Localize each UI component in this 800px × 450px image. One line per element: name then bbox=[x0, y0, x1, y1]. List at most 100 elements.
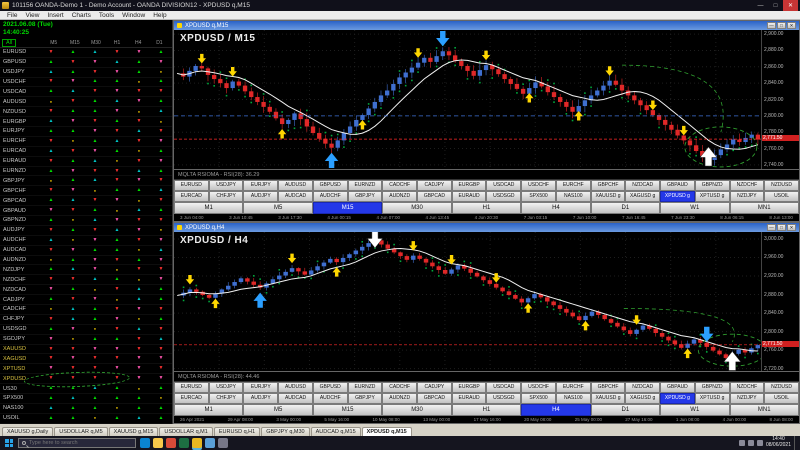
chart-canvas-h4[interactable]: XPDUSD / H4 bbox=[174, 232, 761, 371]
dashboard-row-gbpjpy[interactable]: GBPJPY●▲▲▼▼▼ bbox=[0, 176, 172, 186]
symbol-button-xauusd-g[interactable]: XAUUSD g bbox=[591, 393, 626, 404]
symbol-button-usdsgd[interactable]: USDSGD bbox=[486, 191, 521, 202]
taskbar-icon-excel[interactable] bbox=[179, 438, 189, 448]
symbol-button-audnzd[interactable]: AUDNZD bbox=[382, 191, 417, 202]
taskbar-icon-file-explorer[interactable] bbox=[153, 438, 163, 448]
symbol-button-usdcad[interactable]: USDCAD bbox=[486, 382, 521, 393]
chart-tab-xauusd-g-m15[interactable]: XAUUSD g,M15 bbox=[109, 427, 159, 436]
symbol-button-nzdcad[interactable]: NZDCAD bbox=[625, 382, 660, 393]
dashboard-row-cadchf[interactable]: CADCHF●▲▲▼▼▼ bbox=[0, 305, 172, 315]
symbol-button-audchf[interactable]: AUDCHF bbox=[313, 393, 348, 404]
timeframe-button-h4[interactable]: H4 bbox=[521, 404, 590, 416]
taskbar-icon-chrome[interactable] bbox=[166, 438, 176, 448]
chart-tab-usdollar-q-m5[interactable]: USDOLLAR q,M5 bbox=[54, 427, 107, 436]
symbol-button-gbpchf[interactable]: GBPCHF bbox=[591, 382, 626, 393]
symbol-button-gbpusd[interactable]: GBPUSD bbox=[313, 180, 348, 191]
timeframe-button-m5[interactable]: M5 bbox=[243, 202, 312, 214]
chart-restore-button[interactable]: □ bbox=[777, 224, 786, 231]
start-button[interactable] bbox=[0, 436, 18, 450]
dashboard-row-nzdcad[interactable]: NZDCAD▼▲●▼▲▲ bbox=[0, 285, 172, 295]
symbol-button-xptusd-g[interactable]: XPTUSD g bbox=[695, 393, 730, 404]
dashboard-row-nzdchf[interactable]: NZDCHF▼▼▲▲●▼ bbox=[0, 275, 172, 285]
symbol-button-nzdchf[interactable]: NZDCHF bbox=[730, 382, 765, 393]
symbol-button-gbpcad[interactable]: GBPCAD bbox=[417, 191, 452, 202]
chart-titlebar-h4[interactable]: XPDUSD q,H4 — □ ✕ bbox=[174, 223, 799, 232]
menu-tools[interactable]: Tools bbox=[95, 12, 118, 19]
dashboard-row-eurchf[interactable]: EURCHF▼●▲▲▼▼ bbox=[0, 137, 172, 147]
dashboard-row-eurcad[interactable]: EURCAD▲▼▼▲●▲ bbox=[0, 147, 172, 157]
dashboard-row-chfjpy[interactable]: CHFJPY▼▲▲▼●▲ bbox=[0, 315, 172, 325]
symbol-button-usoil[interactable]: USOIL bbox=[764, 393, 799, 404]
timeframe-button-m1[interactable]: M1 bbox=[174, 404, 243, 416]
symbol-button-chfjpy[interactable]: CHFJPY bbox=[209, 191, 244, 202]
timeframe-button-h4[interactable]: H4 bbox=[521, 202, 590, 214]
timeframe-button-mn1[interactable]: MN1 bbox=[730, 404, 799, 416]
symbol-button-audusd[interactable]: AUDUSD bbox=[278, 180, 313, 191]
clock[interactable]: 14:40 08/06/2021 bbox=[766, 437, 791, 449]
menu-help[interactable]: Help bbox=[149, 12, 170, 19]
symbol-button-gbpnzd[interactable]: GBPNZD bbox=[695, 382, 730, 393]
symbol-button-xpdusd-g[interactable]: XPDUSD g bbox=[660, 393, 695, 404]
symbol-button-usdjpy[interactable]: USDJPY bbox=[209, 180, 244, 191]
dashboard-row-usdchf[interactable]: USDCHF▼▼▲▲●▲ bbox=[0, 78, 172, 88]
dashboard-row-gbpaud[interactable]: GBPAUD▼▼▲●▲▲ bbox=[0, 206, 172, 216]
menu-window[interactable]: Window bbox=[118, 12, 149, 19]
symbol-button-gbpaud[interactable]: GBPAUD bbox=[660, 180, 695, 191]
symbol-button-audnzd[interactable]: AUDNZD bbox=[382, 393, 417, 404]
menu-view[interactable]: View bbox=[21, 12, 43, 19]
dashboard-row-xagusd[interactable]: XAGUSD▼▼▼▼▼▼ bbox=[0, 354, 172, 364]
dashboard-row-eurnzd[interactable]: EURNZD▲▼▼▼▲▲ bbox=[0, 167, 172, 177]
symbol-button-eurgbp[interactable]: EURGBP bbox=[452, 382, 487, 393]
symbol-button-xagusd-g[interactable]: XAGUSD g bbox=[625, 393, 660, 404]
dashboard-row-euraud[interactable]: EURAUD▼▲▲●▼▼ bbox=[0, 157, 172, 167]
symbol-button-nzdjpy[interactable]: NZDJPY bbox=[730, 191, 765, 202]
timeframe-button-h1[interactable]: H1 bbox=[452, 404, 521, 416]
symbol-button-nzdchf[interactable]: NZDCHF bbox=[730, 180, 765, 191]
chart-minimize-button[interactable]: — bbox=[767, 22, 776, 29]
dashboard-row-audusd[interactable]: AUDUSD●▼▲▲▼▲ bbox=[0, 97, 172, 107]
symbol-button-nzdcad[interactable]: NZDCAD bbox=[625, 180, 660, 191]
symbol-button-gbpnzd[interactable]: GBPNZD bbox=[695, 180, 730, 191]
symbol-button-cadchf[interactable]: CADCHF bbox=[382, 382, 417, 393]
dashboard-row-gbpcad[interactable]: GBPCAD▲▲▼▼●▼ bbox=[0, 196, 172, 206]
dashboard-row-cadjpy[interactable]: CADJPY▲▼▼●▲▲ bbox=[0, 295, 172, 305]
chart-tab-xpdusd-q-m15[interactable]: XPDUSD q,M15 bbox=[362, 427, 412, 436]
symbol-button-nzdusd[interactable]: NZDUSD bbox=[764, 382, 799, 393]
dashboard-row-audchf[interactable]: AUDCHF▲●▼▲▼▼ bbox=[0, 236, 172, 246]
timeframe-button-m5[interactable]: M5 bbox=[243, 404, 312, 416]
symbol-button-cadjpy[interactable]: CADJPY bbox=[417, 382, 452, 393]
symbol-button-usdjpy[interactable]: USDJPY bbox=[209, 382, 244, 393]
symbol-button-xpdusd-g[interactable]: XPDUSD g bbox=[660, 191, 695, 202]
close-button[interactable]: ✕ bbox=[783, 0, 798, 11]
symbol-button-eurusd[interactable]: EURUSD bbox=[174, 382, 209, 393]
timeframe-button-m15[interactable]: M15 bbox=[313, 404, 382, 416]
symbol-button-eurchf[interactable]: EURCHF bbox=[556, 180, 591, 191]
show-desktop-button[interactable] bbox=[794, 436, 797, 450]
timeframe-button-m15[interactable]: M15 bbox=[313, 202, 382, 214]
dashboard-row-sgdjpy[interactable]: SGDJPY▼●▲▲▼▲ bbox=[0, 335, 172, 345]
menu-charts[interactable]: Charts bbox=[68, 12, 95, 19]
price-axis-0[interactable]: 2,900.002,880.002,860.002,840.002,820.00… bbox=[761, 30, 799, 169]
timeframe-button-h1[interactable]: H1 bbox=[452, 202, 521, 214]
minimize-button[interactable]: — bbox=[753, 0, 768, 11]
taskbar-icon-notepad[interactable] bbox=[205, 438, 215, 448]
timeframe-button-m30[interactable]: M30 bbox=[382, 404, 451, 416]
chart-canvas-m15[interactable]: XPDUSD / M15 bbox=[174, 30, 761, 169]
symbol-button-usdchf[interactable]: USDCHF bbox=[521, 180, 556, 191]
chart-tab-eurusd-q-h1[interactable]: EURUSD q,H1 bbox=[214, 427, 260, 436]
symbol-button-nzdjpy[interactable]: NZDJPY bbox=[730, 393, 765, 404]
dashboard-row-usdcad[interactable]: USDCAD▲▲▼▼▼▼ bbox=[0, 87, 172, 97]
symbol-button-usdsgd[interactable]: USDSGD bbox=[486, 393, 521, 404]
timeframe-button-w1[interactable]: W1 bbox=[660, 404, 729, 416]
dashboard-row-gbpusd[interactable]: GBPUSD▲▼▼▲▲▼ bbox=[0, 58, 172, 68]
symbol-button-usoil[interactable]: USOIL bbox=[764, 191, 799, 202]
symbol-button-usdcad[interactable]: USDCAD bbox=[486, 180, 521, 191]
dashboard-row-nas100[interactable]: NAS100▲▲▲●▲▲ bbox=[0, 404, 172, 414]
volume-icon[interactable] bbox=[757, 440, 763, 446]
dashboard-row-nzdusd[interactable]: NZDUSD▼▲▲▼●▲ bbox=[0, 107, 172, 117]
symbol-button-audjpy[interactable]: AUDJPY bbox=[243, 393, 278, 404]
symbol-button-eurnzd[interactable]: EURNZD bbox=[348, 180, 383, 191]
symbol-button-nas100[interactable]: NAS100 bbox=[556, 191, 591, 202]
taskbar-search[interactable] bbox=[18, 438, 136, 448]
chart-minimize-button[interactable]: — bbox=[767, 224, 776, 231]
